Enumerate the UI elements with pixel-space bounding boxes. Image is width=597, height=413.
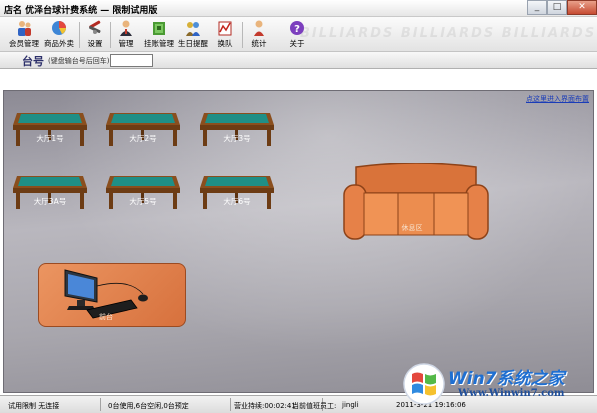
- stats-button[interactable]: 统计: [246, 19, 272, 51]
- goods-button[interactable]: 商品外卖: [42, 19, 76, 51]
- pool-table-5[interactable]: 大厅5号: [104, 166, 182, 214]
- toolbar-separator: [110, 22, 111, 48]
- lounge-sofa[interactable]: 休息区: [342, 162, 490, 243]
- floor-plan: 点这里进入界面布置 大厅1号 大厅2号 大厅3号 大厅3A号 大厅5号 大厅6号…: [3, 90, 594, 393]
- pool-table-label: 大厅2号: [129, 134, 157, 143]
- status-separator: [230, 398, 231, 411]
- pool-table-label: 大厅6号: [223, 197, 251, 206]
- about-label: 关于: [289, 39, 305, 48]
- pool-table-label: 大厅5号: [129, 197, 157, 206]
- members-icon: [18, 21, 31, 36]
- sofa-label: 休息区: [401, 224, 423, 232]
- goods-icon: [52, 21, 66, 35]
- pool-table-label: 大厅1号: [36, 134, 64, 143]
- swap-button[interactable]: 换队: [212, 19, 238, 51]
- floor-lighting: [4, 91, 593, 392]
- toolbar-watermark: BILLIARDS BILLIARDS BILLIARDS: [300, 26, 597, 41]
- watermark-brand: Win7系统之家: [448, 369, 565, 389]
- toolbar-separator: [242, 22, 243, 48]
- swap-label: 换队: [217, 39, 233, 48]
- uptime-status: 营业持续:00:02:41: [234, 402, 296, 410]
- members-label: 会员管理: [9, 39, 39, 48]
- trial-status: 试用限制 无连接: [8, 402, 60, 410]
- credit-icon: [153, 22, 165, 35]
- credit-label: 挂账管理: [144, 39, 174, 48]
- pool-table-2[interactable]: 大厅2号: [104, 103, 182, 151]
- settings-button[interactable]: 设置: [82, 19, 108, 51]
- settings-label: 设置: [87, 39, 103, 48]
- pool-table-1[interactable]: 大厅1号: [11, 103, 89, 151]
- credit-button[interactable]: 挂账管理: [142, 19, 176, 51]
- site-watermark: Win7系统之家 Www.Winwin7.com: [400, 358, 595, 411]
- pool-table-label: 大厅3A号: [33, 197, 67, 206]
- toolbar-separator: [79, 22, 80, 48]
- title-bar: 店名 优泽台球计费系统 — 限制试用版 _ □ ✕: [0, 0, 597, 17]
- admin-icon: [120, 20, 132, 36]
- close-button[interactable]: ✕: [567, 0, 597, 15]
- watermark-url: Www.Winwin7.com: [458, 388, 565, 399]
- about-icon: ?: [290, 21, 304, 35]
- table-entry-bar: 台号 (键盘输台号后回车): [0, 52, 597, 69]
- birthday-button[interactable]: 生日提醒: [176, 19, 210, 51]
- stats-icon: [254, 20, 264, 36]
- window-title: 店名 优泽台球计费系统 — 限制试用版: [4, 6, 158, 16]
- staff-name: jingli: [342, 401, 359, 409]
- blank-strip: [0, 69, 597, 90]
- table-number-hint: (键盘输台号后回车): [48, 57, 110, 65]
- admin-button[interactable]: 管理: [113, 19, 139, 51]
- pool-table-3[interactable]: 大厅3号: [198, 103, 276, 151]
- birthday-label: 生日提醒: [178, 39, 208, 48]
- layout-designer-link[interactable]: 点这里进入界面布置: [526, 94, 589, 104]
- status-separator: [100, 398, 101, 411]
- admin-label: 管理: [118, 39, 134, 48]
- pool-table-4[interactable]: 大厅3A号: [11, 166, 89, 214]
- table-number-label: 台号: [22, 55, 44, 68]
- window-controls: _ □ ✕: [527, 0, 597, 15]
- table-number-input[interactable]: [110, 54, 153, 67]
- members-button[interactable]: 会员管理: [6, 19, 42, 51]
- desk-label: 前台: [99, 313, 113, 321]
- table-usage-status: 0台使用,6台空闲,0台预定: [108, 402, 189, 410]
- maximize-button[interactable]: □: [547, 0, 567, 15]
- toolbar: BILLIARDS BILLIARDS BILLIARDS 会员管理 商品外卖 …: [0, 17, 597, 52]
- front-desk[interactable]: 前台: [38, 263, 186, 327]
- svg-text:?: ?: [294, 24, 300, 35]
- goods-label: 商品外卖: [44, 39, 74, 48]
- birthday-icon: [186, 22, 200, 36]
- stats-label: 统计: [251, 39, 267, 48]
- staff-label: 当前值班员工:: [292, 402, 337, 410]
- minimize-button[interactable]: _: [527, 0, 547, 15]
- swap-icon: [218, 21, 232, 36]
- settings-icon: [89, 20, 101, 34]
- pool-table-label: 大厅3号: [223, 134, 251, 143]
- pool-table-6[interactable]: 大厅6号: [198, 166, 276, 214]
- computer-icon: [64, 269, 148, 319]
- windows-logo-icon: [403, 363, 445, 405]
- about-button[interactable]: ? 关于: [284, 19, 310, 51]
